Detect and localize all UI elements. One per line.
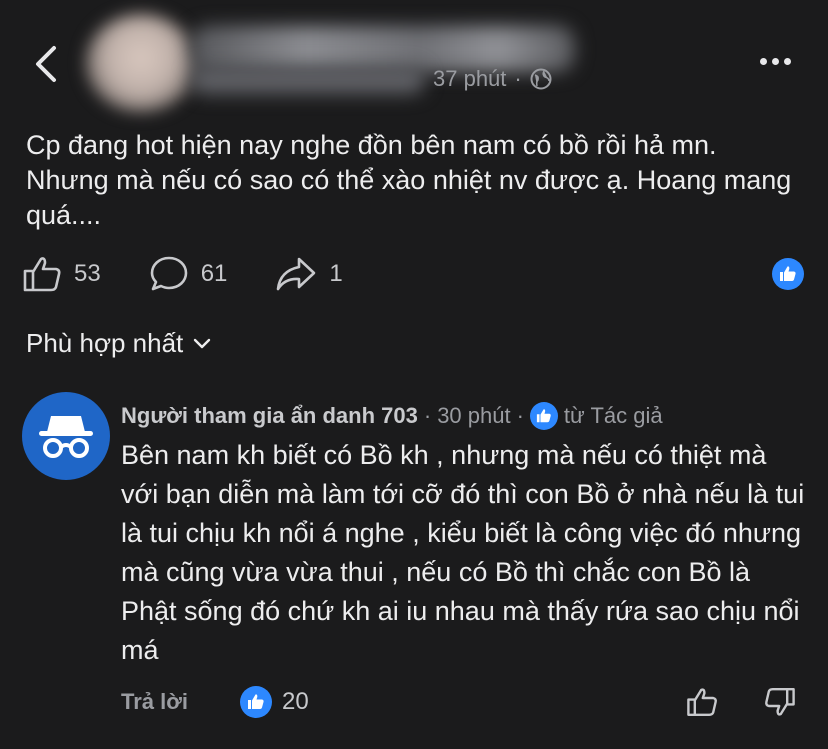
share-count: 1	[329, 260, 343, 287]
anonymous-avatar[interactable]	[22, 392, 110, 480]
post-meta: 37 phút ·	[433, 66, 552, 92]
comment-text: Bên nam kh biết có Bồ kh , nhưng mà nếu …	[121, 440, 805, 665]
from-author-label: từ Tác giả	[563, 403, 663, 428]
comment-header: Người tham gia ẩn danh 703 · 30 phút · t…	[121, 402, 663, 430]
reply-button[interactable]: Trả lời	[121, 689, 188, 715]
share-arrow-icon	[277, 257, 316, 291]
comment-upvote-button[interactable]	[686, 686, 718, 723]
post-actions: 53 61 1	[22, 255, 343, 293]
thumbs-up-filled-icon	[780, 266, 796, 281]
chevron-down-icon	[194, 338, 211, 348]
like-button[interactable]: 53	[22, 255, 101, 293]
chevron-left-icon	[36, 46, 56, 82]
comment-like-count: 20	[282, 688, 309, 715]
post-time: 37 phút	[433, 66, 507, 91]
comment-button[interactable]: 61	[149, 255, 228, 293]
comment-footer: Trả lời 20	[121, 686, 309, 718]
sort-label: Phù hợp nhất	[26, 328, 184, 358]
comment-like-badge[interactable]	[240, 686, 272, 718]
comment-author[interactable]: Người tham gia ẩn danh 703	[121, 403, 418, 429]
more-options-button[interactable]	[760, 52, 796, 70]
like-count: 53	[74, 260, 101, 287]
incognito-icon	[39, 416, 93, 458]
comment-bubble-icon	[150, 256, 188, 291]
post-text: Cp đang hot hiện nay nghe đồn bên nam có…	[26, 130, 792, 230]
reaction-like-badge[interactable]	[772, 258, 804, 290]
comment-downvote-button[interactable]	[764, 686, 796, 723]
thumbs-down-icon	[765, 688, 795, 716]
globe-icon	[530, 68, 552, 90]
more-horizontal-icon	[760, 52, 796, 70]
share-button[interactable]: 1	[275, 255, 343, 293]
thumbs-up-filled-icon	[536, 409, 551, 423]
comment-sort-dropdown[interactable]: Phù hợp nhất	[26, 328, 211, 359]
thumbs-up-icon	[687, 688, 717, 716]
comment-time: 30 phút	[437, 403, 511, 428]
comment-count: 61	[200, 260, 228, 287]
thumbs-up-filled-icon	[248, 694, 264, 709]
thumbs-up-icon	[23, 257, 61, 292]
author-subline-blurred	[190, 66, 425, 94]
back-button[interactable]	[32, 44, 62, 84]
author-avatar-blurred[interactable]	[86, 14, 196, 112]
author-like-badge	[529, 402, 558, 430]
